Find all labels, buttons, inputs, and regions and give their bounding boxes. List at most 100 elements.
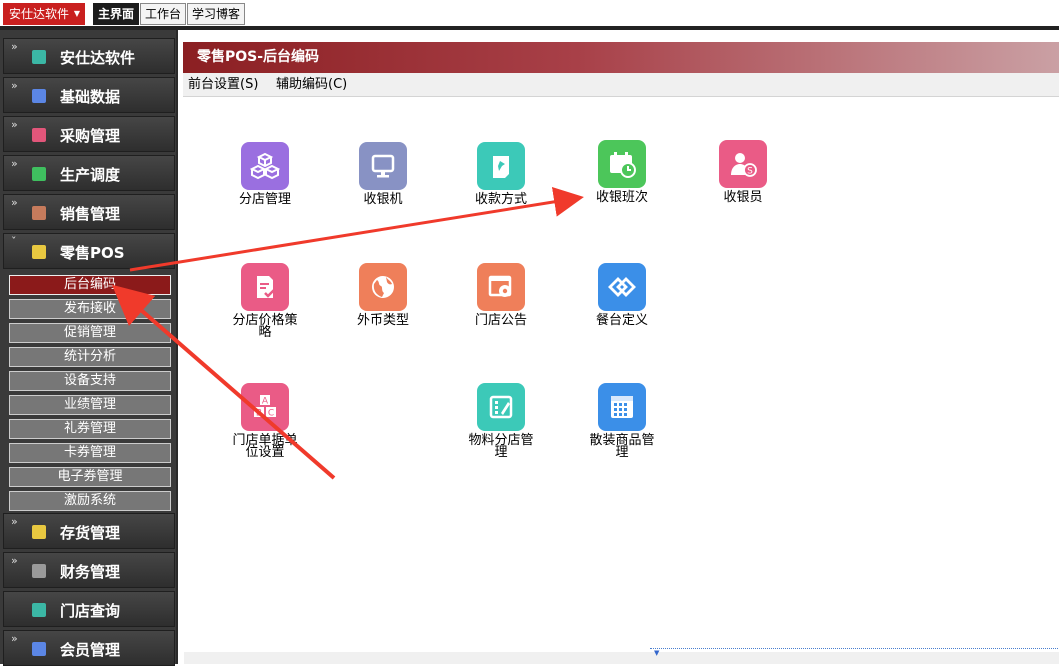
cashier-icon: S — [719, 140, 767, 188]
tile-label: 收银班次 — [595, 190, 648, 205]
bottom-scroll-strip: ▼ — [184, 648, 1059, 664]
sidebar-module-retail-pos[interactable]: ˇ 零售POS — [3, 233, 175, 269]
tile-cash-register[interactable]: 收银机 — [335, 142, 431, 206]
tile-label: 门店公告 — [474, 313, 527, 328]
tile-cashier-shift[interactable]: 收银班次 — [574, 140, 670, 204]
tile-label: 收款方式 — [474, 192, 527, 207]
tab-workbench[interactable]: 工作台 — [140, 3, 187, 25]
submenu-item-publish[interactable]: 发布接收 — [9, 299, 171, 319]
brown-box-icon — [32, 206, 46, 220]
globe-icon — [359, 263, 407, 311]
sidebar-module-finance[interactable]: » 财务管理 — [3, 552, 175, 588]
module-label: 销售管理 — [60, 205, 121, 223]
svg-text:A: A — [262, 397, 269, 407]
abc-icon: ABC — [241, 383, 289, 431]
module-label: 采购管理 — [60, 127, 121, 145]
menu-frontend-settings[interactable]: 前台设置(S) — [188, 73, 258, 97]
sidebar-module-basic-data[interactable]: » 基础数据 — [3, 77, 175, 113]
chevron-right-icon: » — [11, 118, 18, 131]
submenu-item-card-voucher[interactable]: 卡券管理 — [9, 443, 171, 463]
tab-blog[interactable]: 学习博客 — [187, 3, 246, 25]
chevron-right-icon: » — [11, 79, 18, 92]
pin-note-icon — [477, 142, 525, 190]
tile-bulk-goods-management[interactable]: 散装商品管理 — [574, 383, 670, 459]
tile-label: 外币类型 — [356, 313, 409, 328]
submenu-item-gift-voucher[interactable]: 礼券管理 — [9, 419, 171, 439]
yellow-box-icon — [32, 525, 46, 539]
submenu-item-promotion[interactable]: 促销管理 — [9, 323, 171, 343]
calendar-grid-icon — [598, 383, 646, 431]
module-label: 零售POS — [60, 244, 125, 262]
submenu-item-statistics[interactable]: 统计分析 — [9, 347, 171, 367]
svg-text:S: S — [747, 167, 753, 177]
tile-table-definition[interactable]: 餐台定义 — [574, 263, 670, 327]
teal-cube-icon — [32, 50, 46, 64]
tile-label: 散装商品管理 — [589, 433, 655, 460]
app-menu-button[interactable]: 安仕达软件 ▼ — [3, 3, 85, 25]
tile-label: 分店管理 — [238, 192, 291, 207]
module-label: 门店查询 — [60, 602, 121, 620]
tile-store-notice[interactable]: 门店公告 — [453, 263, 549, 327]
submenu-item-backend-coding[interactable]: 后台编码 — [9, 275, 171, 295]
chevron-right-icon: » — [11, 554, 18, 567]
sidebar-module-members[interactable]: » 会员管理 — [3, 630, 175, 666]
chevron-right-icon: » — [11, 632, 18, 645]
sidebar: » 安仕达软件 » 基础数据 » 采购管理 » 生产调度 » 销售管理 ˇ 零售… — [0, 30, 178, 666]
module-label: 安仕达软件 — [60, 49, 136, 67]
panel-titlebar: 零售POS-后台编码 — [183, 42, 1059, 73]
diamond-link-icon — [598, 263, 646, 311]
tile-label: 物料分店管理 — [468, 433, 534, 460]
submenu-item-performance[interactable]: 业绩管理 — [9, 395, 171, 415]
blue-box-icon — [32, 89, 46, 103]
submenu-item-devices[interactable]: 设备支持 — [9, 371, 171, 391]
sidebar-module-sales[interactable]: » 销售管理 — [3, 194, 175, 230]
svg-text:B: B — [256, 409, 262, 419]
chevron-right-icon: » — [11, 515, 18, 528]
submenu-item-e-voucher[interactable]: 电子券管理 — [9, 467, 171, 487]
tile-label: 收银机 — [363, 192, 403, 207]
green-box-icon — [32, 167, 46, 181]
chevron-down-icon: ˇ — [11, 235, 17, 248]
tile-branch-price-strategy[interactable]: 分店价格策略 — [217, 263, 313, 339]
tile-label: 餐台定义 — [595, 313, 648, 328]
tile-label: 门店单据单位设置 — [232, 433, 298, 460]
notice-gear-icon — [477, 263, 525, 311]
pink-box-icon — [32, 128, 46, 142]
tile-store-document-unit-settings[interactable]: ABC 门店单据单位设置 — [217, 383, 313, 459]
cubes-icon — [241, 142, 289, 190]
tile-branch-management[interactable]: 分店管理 — [217, 142, 313, 206]
dotted-divider — [650, 648, 1059, 649]
price-doc-icon — [241, 263, 289, 311]
chevron-right-icon: » — [11, 40, 18, 53]
tile-label: 收银员 — [723, 190, 763, 205]
tile-cashier[interactable]: S 收银员 — [695, 140, 791, 204]
page-title: 零售POS-后台编码 — [197, 49, 320, 65]
dropdown-caret-icon: ▼ — [73, 9, 80, 18]
edit-grid-icon — [477, 383, 525, 431]
sidebar-module-production[interactable]: » 生产调度 — [3, 155, 175, 191]
gray-box-icon — [32, 564, 46, 578]
sidebar-module-inventory[interactable]: » 存货管理 — [3, 513, 175, 549]
submenu-item-incentive[interactable]: 激励系统 — [9, 491, 171, 511]
sidebar-module-anshida[interactable]: » 安仕达软件 — [3, 38, 175, 74]
chevron-right-icon: » — [11, 196, 18, 209]
tile-material-branch-management[interactable]: 物料分店管理 — [453, 383, 549, 459]
tab-main[interactable]: 主界面 — [93, 3, 140, 25]
scroll-down-icon[interactable]: ▼ — [654, 649, 659, 657]
module-label: 会员管理 — [60, 641, 121, 659]
menu-auxiliary-coding[interactable]: 辅助编码(C) — [276, 73, 347, 97]
top-tabs: 主界面 工作台 学习博客 — [93, 3, 246, 25]
app-menu-label: 安仕达软件 — [9, 7, 70, 21]
sidebar-module-store-query[interactable]: 门店查询 — [3, 591, 175, 627]
tile-foreign-currency[interactable]: 外币类型 — [335, 263, 431, 327]
menu-bar: 前台设置(S) 辅助编码(C) — [183, 73, 1059, 97]
tile-label: 分店价格策略 — [232, 313, 298, 340]
module-label: 财务管理 — [60, 563, 121, 581]
calendar-clock-icon — [598, 140, 646, 188]
teal-cube-icon — [32, 603, 46, 617]
chevron-right-icon: » — [11, 157, 18, 170]
monitor-icon — [359, 142, 407, 190]
sidebar-module-purchase[interactable]: » 采购管理 — [3, 116, 175, 152]
tile-payment-method[interactable]: 收款方式 — [453, 142, 549, 206]
main-content: 零售POS-后台编码 前台设置(S) 辅助编码(C) 分店管理 收银机 收款方式… — [180, 30, 1059, 664]
